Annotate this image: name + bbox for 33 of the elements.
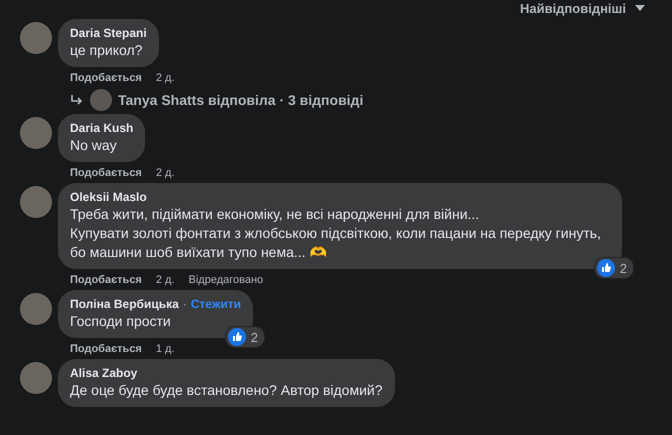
avatar[interactable]: [20, 362, 52, 394]
author-name[interactable]: Daria Kush: [70, 120, 134, 136]
like-link[interactable]: Подобається: [70, 343, 142, 356]
avatar[interactable]: [90, 89, 112, 111]
avatar[interactable]: [20, 117, 52, 149]
author-name[interactable]: Alisa Zaboy: [70, 365, 138, 381]
author-name[interactable]: Daria Stepani: [70, 25, 147, 41]
avatar[interactable]: [20, 22, 52, 54]
comment-text: це прикол?: [70, 41, 144, 60]
thumbs-up-icon: [596, 259, 615, 277]
timestamp[interactable]: 2 д.: [156, 274, 175, 287]
reply-arrow-icon: [70, 94, 84, 106]
sort-dropdown[interactable]: Найвідповідніші: [514, 0, 652, 16]
author-name[interactable]: Поліна Вербицька: [70, 296, 179, 312]
timestamp[interactable]: 2 д.: [156, 72, 175, 85]
like-link[interactable]: Подобається: [70, 167, 142, 180]
reaction-count[interactable]: 2: [594, 257, 634, 279]
replies-link[interactable]: Tanya Shatts відповіла · 3 відповіді: [118, 92, 364, 108]
comment-text: Де оце буде буде встановлено? Автор відомий?: [70, 381, 383, 400]
separator-dot: ·: [182, 297, 187, 311]
thumbs-up-icon: [228, 328, 246, 346]
caret-icon: [634, 4, 646, 12]
comment-text: Господи прости: [70, 312, 172, 331]
reaction-count[interactable]: 2: [224, 326, 265, 348]
timestamp[interactable]: 2 д.: [156, 167, 175, 180]
like-link[interactable]: Подобається: [70, 72, 142, 85]
author-name[interactable]: Oleksii Maslo: [70, 189, 147, 205]
timestamp[interactable]: 1 д.: [156, 343, 175, 356]
edited-label: Відредаговано: [188, 274, 264, 287]
like-link[interactable]: Подобається: [70, 274, 142, 287]
comment-text: No way: [70, 136, 118, 155]
avatar[interactable]: [20, 293, 52, 325]
avatar[interactable]: [20, 186, 52, 218]
